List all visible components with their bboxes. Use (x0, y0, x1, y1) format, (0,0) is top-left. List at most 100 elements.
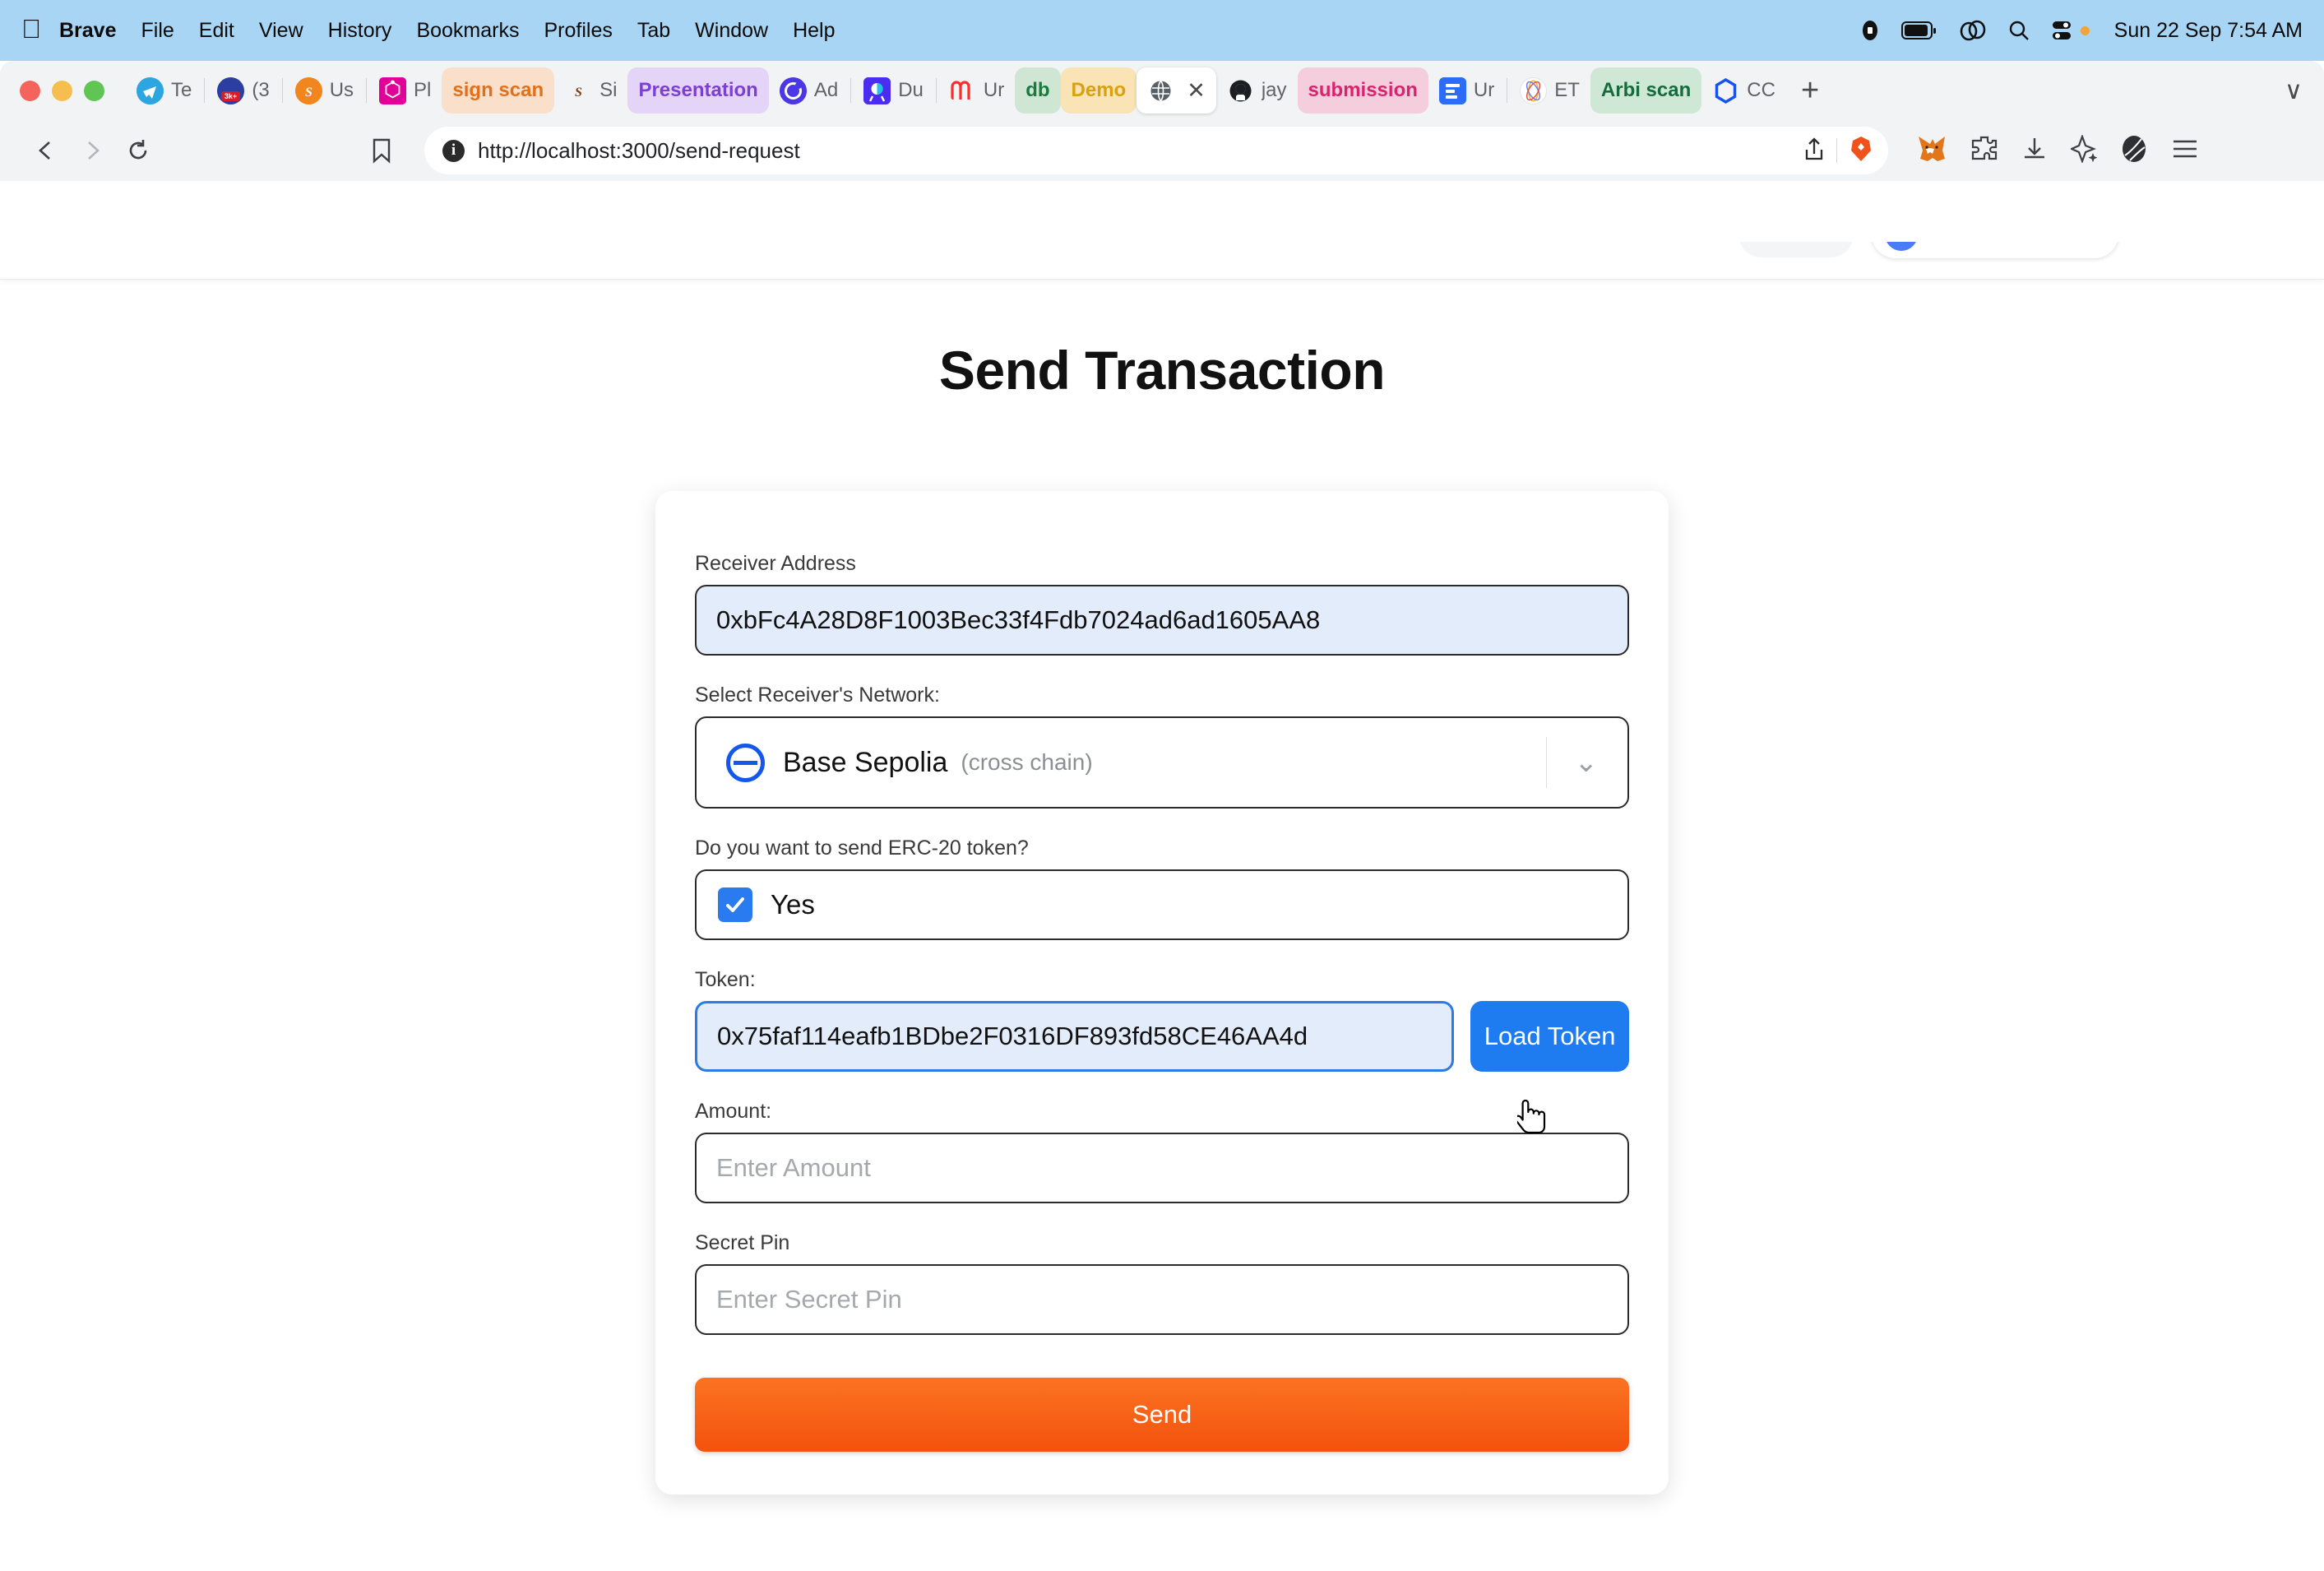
menu-item-brave[interactable]: Brave (59, 19, 117, 43)
erc20-checkbox-label: Yes (771, 889, 815, 920)
menu-item-file[interactable]: File (141, 19, 174, 43)
url-text[interactable]: http://localhost:3000/send-request (478, 138, 1790, 164)
menu-item-view[interactable]: View (259, 19, 303, 43)
tab-label: jay (1261, 79, 1287, 101)
menu-item-bookmarks[interactable]: Bookmarks (416, 19, 519, 43)
share-icon[interactable] (1803, 137, 1825, 165)
menu-item-profiles[interactable]: Profiles (544, 19, 612, 43)
notion-blue-icon (1438, 76, 1466, 104)
maximize-window-button[interactable] (84, 80, 104, 101)
send-button[interactable]: Send (695, 1378, 1629, 1452)
network-select[interactable]: Base Sepolia (cross chain) ⌄ (695, 716, 1629, 809)
send-button-label: Send (1132, 1400, 1192, 1429)
tab-demo[interactable]: Demo (1060, 67, 1137, 114)
battery-icon[interactable] (1900, 21, 1937, 40)
field-secret-pin: Secret Pin Enter Secret Pin (695, 1231, 1629, 1335)
graphql-icon (379, 76, 407, 104)
avatar (1885, 242, 1918, 251)
tab-notion-ur[interactable]: Ur (1428, 67, 1505, 114)
reload-button[interactable] (115, 127, 161, 174)
account-pill[interactable] (1872, 242, 2118, 258)
tab-arbi-scan[interactable]: Arbi scan (1590, 67, 1702, 114)
status-dot (2080, 25, 2090, 35)
bookmark-icon[interactable] (359, 127, 405, 174)
minimize-window-button[interactable] (52, 80, 72, 101)
download-icon[interactable] (2021, 136, 2048, 166)
apple-logo-icon[interactable]:  (21, 16, 41, 42)
menu-bar-clock[interactable]: Sun 22 Sep 7:54 AM (2114, 19, 2303, 43)
field-amount: Amount: Enter Amount (695, 1100, 1629, 1203)
tab-db[interactable]: db (1015, 67, 1061, 114)
menu-item-window[interactable]: Window (695, 19, 768, 43)
info-icon[interactable]: i (442, 139, 465, 162)
tab-sign-scan[interactable]: sign scan (442, 67, 555, 114)
new-tab-button[interactable]: + (1786, 73, 1834, 109)
tab-label: Du (898, 79, 924, 101)
tab-sign-gray[interactable]: S Si (554, 67, 627, 114)
globe-icon (1147, 77, 1174, 104)
leo-ai-sparkle-icon[interactable] (2069, 133, 2098, 167)
control-link-icon[interactable] (1959, 20, 1987, 41)
page-title: Send Transaction (938, 340, 1386, 401)
brave-lion-icon[interactable] (1849, 135, 1873, 167)
tab-graphql-playground[interactable]: Pl (368, 67, 442, 114)
sign-icon: S (294, 76, 322, 104)
menu-item-help[interactable]: Help (793, 19, 835, 43)
tab-active-localhost[interactable]: ✕ (1137, 67, 1216, 114)
load-token-button[interactable]: Load Token (1470, 1001, 1629, 1072)
puzzle-extension-icon[interactable] (1970, 135, 1998, 167)
address-bar-row: i http://localhost:3000/send-request (0, 120, 2324, 181)
tab-cc[interactable]: CC (1701, 67, 1786, 114)
profile-avatar-icon[interactable] (2120, 134, 2148, 168)
tab-ad[interactable]: Ad (769, 67, 849, 114)
tab-badge3k[interactable]: 3k+ (3 (206, 67, 280, 114)
chevron-down-icon[interactable]: ⌄ (1575, 746, 1599, 779)
back-button[interactable] (23, 127, 69, 174)
tab-label: Si (600, 79, 618, 101)
window-controls[interactable] (20, 80, 104, 101)
sign-gray-icon: S (565, 77, 592, 104)
close-window-button[interactable] (20, 80, 40, 101)
svg-text:S: S (575, 86, 582, 100)
forward-button[interactable] (69, 127, 115, 174)
circle-c-icon (779, 76, 807, 104)
chevron-down-icon[interactable]: ∨ (2271, 76, 2316, 105)
tab-github-jay[interactable]: jay (1216, 67, 1298, 114)
menu-item-edit[interactable]: Edit (199, 19, 234, 43)
header-ghost-button[interactable] (1738, 242, 1854, 257)
close-icon[interactable]: ✕ (1187, 78, 1206, 104)
telegram-icon (137, 76, 164, 104)
tab-telegram[interactable]: Te (126, 67, 202, 114)
network-selected-name: Base Sepolia (783, 746, 948, 778)
hamburger-menu-icon[interactable] (2171, 137, 2199, 165)
search-icon[interactable] (2008, 20, 2030, 41)
tab-label: Ad (813, 79, 839, 101)
amount-input[interactable]: Enter Amount (695, 1133, 1629, 1203)
menu-item-history[interactable]: History (328, 19, 392, 43)
tab-etherscan[interactable]: ET (1509, 67, 1590, 114)
token-address-input[interactable]: 0x75faf114eafb1BDbe2F0316DF893fd58CE46AA… (695, 1001, 1455, 1072)
macos-menu-bar:  Brave File Edit View History Bookmarks… (0, 0, 2324, 61)
tab-sign-us[interactable]: S Us (285, 67, 364, 114)
divider (1836, 138, 1837, 163)
network-dropdown-toggle[interactable]: ⌄ (1545, 718, 1628, 807)
tab-label: CC (1747, 79, 1775, 101)
menu-item-tab[interactable]: Tab (637, 19, 670, 43)
field-token: Token: 0x75faf114eafb1BDbe2F0316DF893fd5… (695, 968, 1629, 1072)
metamask-fox-icon[interactable] (1916, 134, 1947, 168)
control-center-icon[interactable] (2051, 20, 2072, 41)
tab-presentation[interactable]: Presentation (627, 67, 769, 114)
tab-mm[interactable]: Ur (938, 67, 1015, 114)
recording-icon[interactable] (1860, 18, 1880, 43)
erc20-checkbox-row[interactable]: Yes (695, 869, 1629, 940)
tab-label: Ur (1473, 79, 1495, 101)
tab-divider (850, 78, 852, 103)
tab-submission[interactable]: submission (1297, 67, 1428, 114)
secret-pin-input[interactable]: Enter Secret Pin (695, 1264, 1629, 1335)
tab-divider (281, 78, 283, 103)
tab-duo[interactable]: Du (853, 67, 934, 114)
receiver-address-input[interactable]: 0xbFc4A28D8F1003Bec33f4Fdb7024ad6ad1605A… (695, 585, 1629, 656)
amount-placeholder: Enter Amount (716, 1153, 871, 1182)
checkbox-checked-icon[interactable] (718, 887, 752, 922)
url-bar[interactable]: i http://localhost:3000/send-request (424, 127, 1888, 174)
